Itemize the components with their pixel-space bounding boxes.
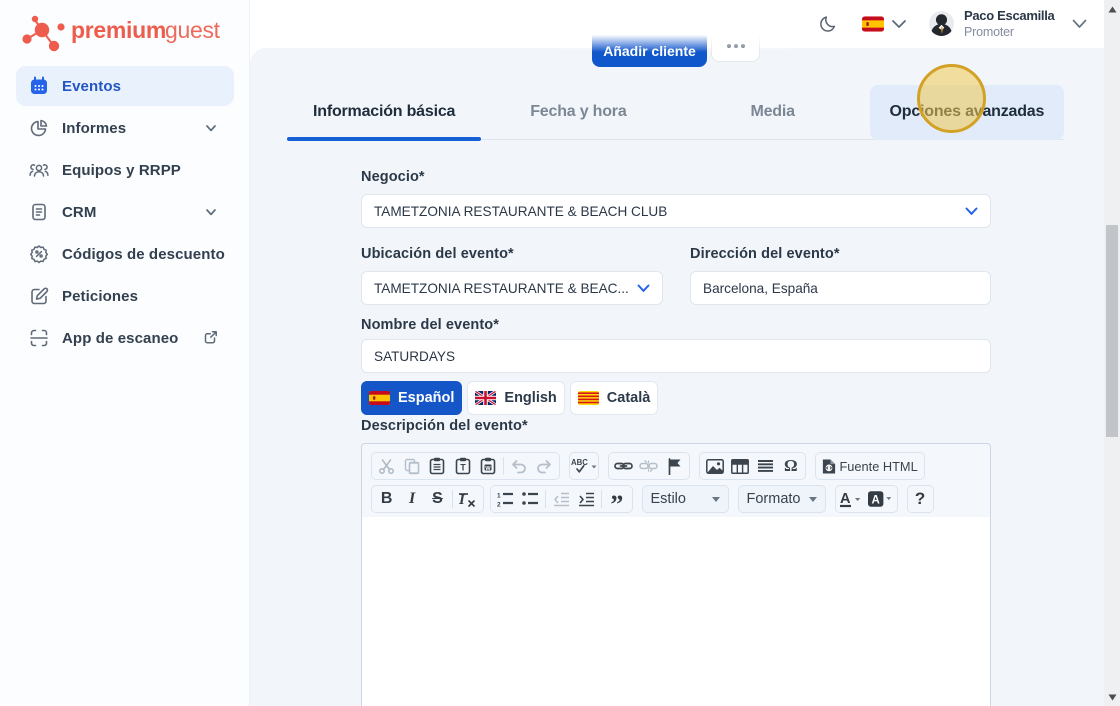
svg-text:guest: guest [165,17,221,43]
svg-text:premium: premium [71,17,166,43]
svg-text:ABC: ABC [571,458,588,467]
svg-text:1: 1 [497,493,501,500]
svg-text:2: 2 [497,502,501,508]
svg-text:T: T [460,463,466,473]
svg-text:A: A [840,491,851,507]
svg-text:A: A [871,494,880,506]
svg-text:W: W [486,466,492,472]
